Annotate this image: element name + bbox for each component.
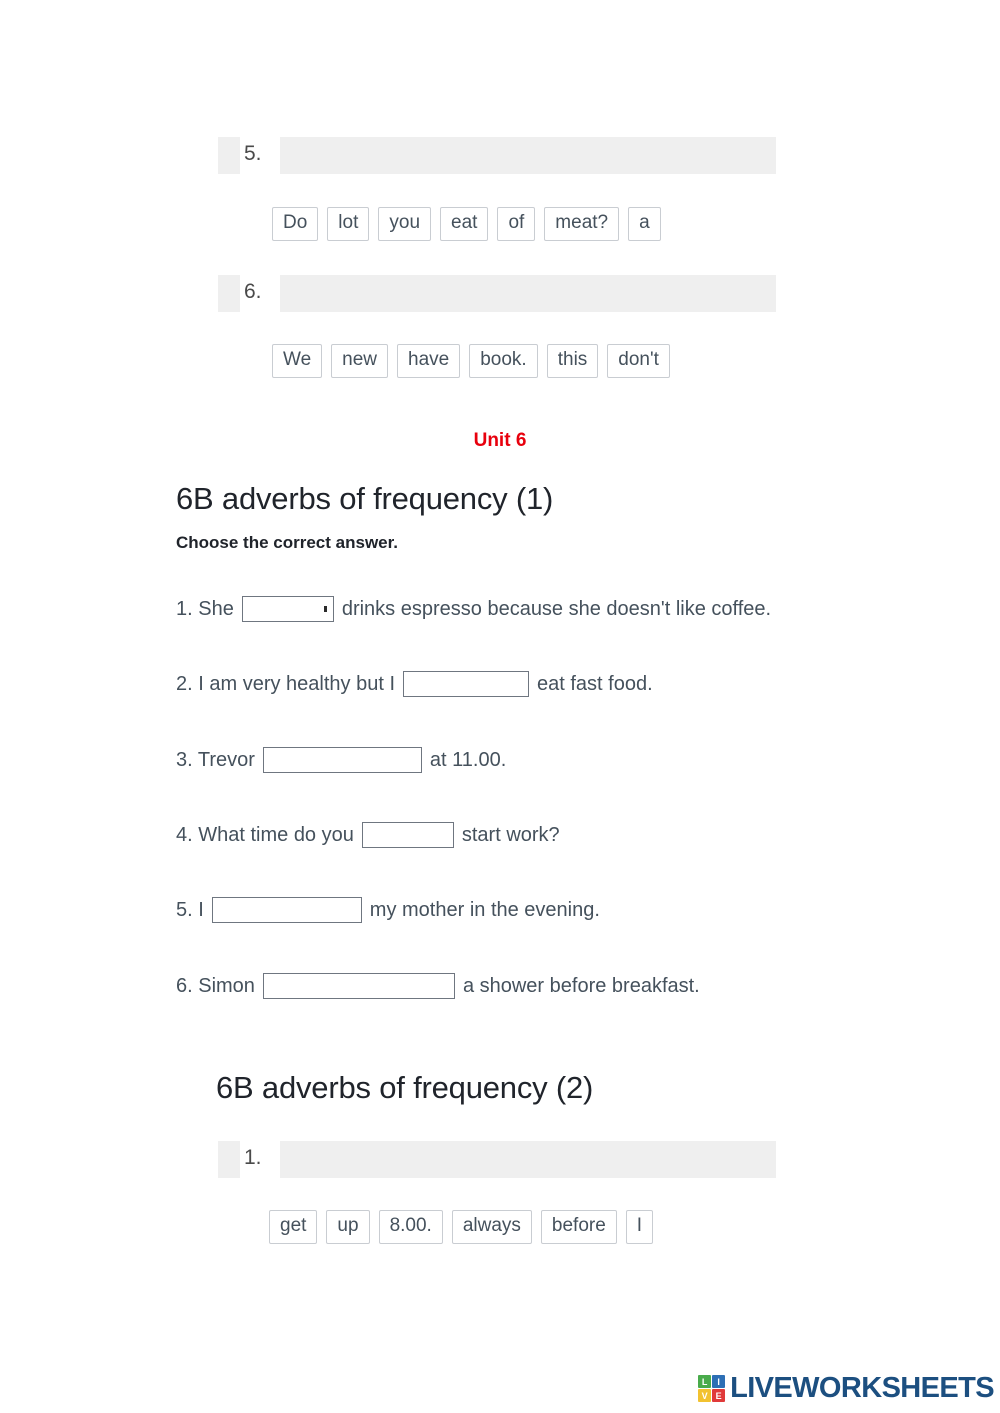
word-chip[interactable]: this (546, 344, 599, 378)
word-chip[interactable]: meat? (544, 207, 620, 241)
word-chip-group-5: Do lot you eat of meat? a (272, 207, 661, 241)
word-chip-group-6: We new have book. this don't (272, 344, 670, 378)
word-chip[interactable]: lot (327, 207, 370, 241)
word-chip[interactable]: always (451, 1210, 532, 1244)
question-6: 6. Simon a shower before breakfast. (176, 973, 700, 999)
question-4-prefix: 4. What time do you (176, 824, 354, 846)
question-2-suffix: eat fast food. (537, 673, 653, 695)
logo-cell-l: L (698, 1375, 712, 1388)
word-chip[interactable]: don't (607, 344, 670, 378)
question-5-suffix: my mother in the evening. (369, 899, 600, 921)
question-2-answer-input[interactable] (403, 671, 529, 697)
question-6-suffix: a shower before breakfast. (462, 975, 700, 997)
question-2: 2. I am very healthy but I eat fast food… (176, 671, 653, 697)
logo-cell-i: I (712, 1375, 726, 1388)
question-4-answer-input[interactable] (361, 822, 454, 848)
word-chip[interactable]: before (540, 1210, 617, 1244)
question-5-prefix: 5. I (176, 899, 204, 921)
question-6-prefix: 6. Simon (176, 975, 255, 997)
word-chip[interactable]: a (628, 207, 661, 241)
order-row-6: 6. (218, 271, 776, 313)
word-chip[interactable]: eat (440, 207, 489, 241)
word-chip[interactable]: have (397, 344, 461, 378)
order-row-number: 5. (244, 142, 262, 165)
question-3-prefix: 3. Trevor (176, 749, 255, 771)
order-row-5: 5. (218, 133, 776, 175)
question-5: 5. I my mother in the evening. (176, 897, 600, 923)
question-1: 1. She drinks espresso because she doesn… (176, 596, 771, 622)
question-3-answer-input[interactable] (262, 747, 422, 773)
word-chip[interactable]: get (269, 1210, 318, 1244)
section-one-instruction: Choose the correct answer. (176, 533, 399, 552)
question-1-answer-select[interactable] (241, 596, 334, 622)
word-chip[interactable]: book. (469, 344, 538, 378)
question-4-suffix: start work? (461, 824, 560, 846)
order-row-number-box: 1. (240, 1137, 280, 1179)
logo-cell-v: V (698, 1389, 712, 1402)
unit-label: Unit 6 (473, 430, 527, 451)
word-chip[interactable]: you (378, 207, 432, 241)
word-chip-group-s2-1: get up 8.00. always before I (269, 1210, 654, 1244)
word-chip[interactable]: new (331, 344, 389, 378)
question-4: 4. What time do you start work? (176, 822, 560, 848)
liveworksheets-wordmark: LIVEWORKSHEETS (730, 1372, 995, 1404)
liveworksheets-logo[interactable]: L I V E LIVEWORKSHEETS (698, 1372, 995, 1405)
word-chip[interactable]: We (272, 344, 323, 378)
word-chip[interactable]: of (497, 207, 536, 241)
order-row-number: 6. (244, 280, 262, 303)
question-3-suffix: at 11.00. (429, 749, 507, 771)
order-row-number: 1. (244, 1146, 262, 1169)
order-row-number-box: 5. (240, 133, 280, 175)
question-6-answer-input[interactable] (262, 973, 455, 999)
question-5-answer-input[interactable] (211, 897, 362, 923)
word-chip[interactable]: up (326, 1210, 370, 1244)
order-row-s2-1: 1. (218, 1137, 776, 1179)
question-1-prefix: 1. She (176, 598, 234, 620)
word-chip[interactable]: Do (272, 207, 319, 241)
word-chip[interactable]: 8.00. (378, 1210, 443, 1244)
order-row-number-box: 6. (240, 271, 280, 313)
question-3: 3. Trevor at 11.00. (176, 747, 506, 773)
logo-cell-e: E (712, 1389, 726, 1402)
section-one-title: 6B adverbs of frequency (1) (176, 481, 554, 516)
word-chip[interactable]: I (625, 1210, 654, 1244)
liveworksheets-logo-icon: L I V E (698, 1375, 726, 1402)
question-1-suffix: drinks espresso because she doesn't like… (341, 598, 772, 620)
question-2-prefix: 2. I am very healthy but I (176, 673, 395, 695)
section-two-title: 6B adverbs of frequency (2) (216, 1070, 594, 1105)
